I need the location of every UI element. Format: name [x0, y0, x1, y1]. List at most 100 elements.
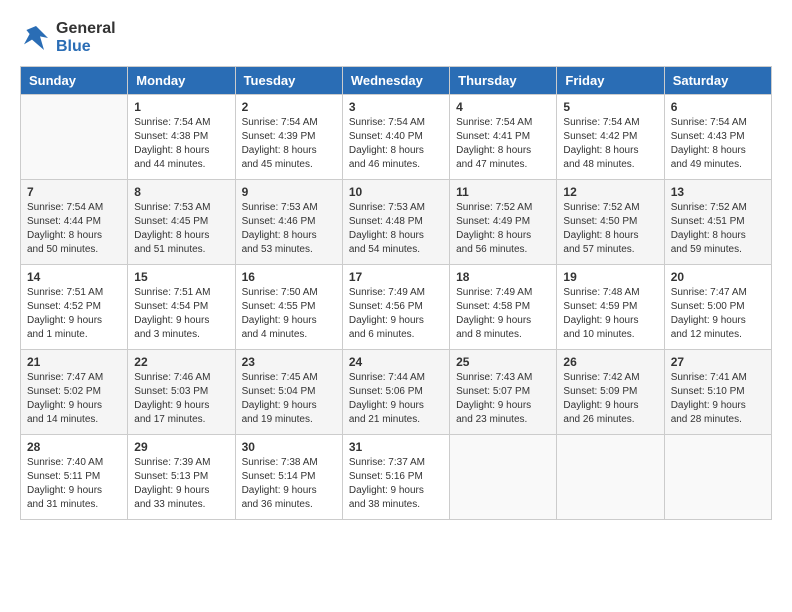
calendar-cell: 26Sunrise: 7:42 AMSunset: 5:09 PMDayligh… — [557, 350, 664, 435]
calendar-week-row: 1 Sunrise: 7:54 AMSunset: 4:38 PMDaylight… — [21, 95, 772, 180]
day-number: 18 — [456, 270, 550, 284]
day-number: 13 — [671, 185, 765, 199]
day-detail: Sunrise: 7:49 AMSunset: 4:56 PMDaylight:… — [349, 286, 443, 342]
day-detail: Sunrise: 7:47 AMSunset: 5:02 PMDaylight:… — [27, 371, 121, 427]
day-detail: Sunrise: 7:51 AMSunset: 4:54 PMDaylight:… — [134, 286, 228, 342]
day-number: 26 — [563, 355, 657, 369]
day-number: 25 — [456, 355, 550, 369]
calendar-cell: 5 Sunrise: 7:54 AMSunset: 4:42 PMDaylight… — [557, 95, 664, 180]
day-detail: Sunrise: 7:41 AMSunset: 5:10 PMDaylight:… — [671, 371, 765, 427]
day-number: 16 — [242, 270, 336, 284]
day-detail: Sunrise: 7:52 AMSunset: 4:50 PMDaylight:… — [563, 201, 657, 257]
day-detail: Sunrise: 7:44 AMSunset: 5:06 PMDaylight:… — [349, 371, 443, 427]
weekday-header-thursday: Thursday — [450, 67, 557, 95]
day-detail: Sunrise: 7:39 AMSunset: 5:13 PMDaylight:… — [134, 456, 228, 512]
day-detail: Sunrise: 7:48 AMSunset: 4:59 PMDaylight:… — [563, 286, 657, 342]
calendar-cell: 29 Sunrise: 7:39 AMSunset: 5:13 PMDayligh… — [128, 435, 235, 520]
calendar-week-row: 7Sunrise: 7:54 AMSunset: 4:44 PMDaylight… — [21, 180, 772, 265]
calendar-cell: 22Sunrise: 7:46 AMSunset: 5:03 PMDayligh… — [128, 350, 235, 435]
calendar-cell — [21, 95, 128, 180]
day-number: 6 — [671, 100, 765, 114]
day-detail: Sunrise: 7:54 AMSunset: 4:42 PMDaylight:… — [563, 116, 657, 172]
calendar-week-row: 28Sunrise: 7:40 AMSunset: 5:11 PMDayligh… — [21, 435, 772, 520]
calendar-cell: 16 Sunrise: 7:50 AMSunset: 4:55 PMDayligh… — [235, 265, 342, 350]
day-number: 24 — [349, 355, 443, 369]
day-number: 9 — [242, 185, 336, 199]
day-detail: Sunrise: 7:54 AMSunset: 4:44 PMDaylight:… — [27, 201, 121, 257]
calendar-cell: 24 Sunrise: 7:44 AMSunset: 5:06 PMDayligh… — [342, 350, 449, 435]
day-detail: Sunrise: 7:47 AMSunset: 5:00 PMDaylight:… — [671, 286, 765, 342]
weekday-header-friday: Friday — [557, 67, 664, 95]
calendar-cell: 7Sunrise: 7:54 AMSunset: 4:44 PMDaylight… — [21, 180, 128, 265]
calendar-cell — [557, 435, 664, 520]
calendar-cell: 19 Sunrise: 7:48 AMSunset: 4:59 PMDayligh… — [557, 265, 664, 350]
day-detail: Sunrise: 7:43 AMSunset: 5:07 PMDaylight:… — [456, 371, 550, 427]
day-number: 11 — [456, 185, 550, 199]
calendar-cell: 25 Sunrise: 7:43 AMSunset: 5:07 PMDayligh… — [450, 350, 557, 435]
day-detail: Sunrise: 7:54 AMSunset: 4:41 PMDaylight:… — [456, 116, 550, 172]
weekday-header-wednesday: Wednesday — [342, 67, 449, 95]
weekday-header-saturday: Saturday — [664, 67, 771, 95]
calendar-cell: 23 Sunrise: 7:45 AMSunset: 5:04 PMDayligh… — [235, 350, 342, 435]
weekday-header-monday: Monday — [128, 67, 235, 95]
day-number: 17 — [349, 270, 443, 284]
day-detail: Sunrise: 7:50 AMSunset: 4:55 PMDaylight:… — [242, 286, 336, 342]
day-detail: Sunrise: 7:54 AMSunset: 4:40 PMDaylight:… — [349, 116, 443, 172]
day-number: 21 — [27, 355, 121, 369]
day-detail: Sunrise: 7:49 AMSunset: 4:58 PMDaylight:… — [456, 286, 550, 342]
weekday-header-tuesday: Tuesday — [235, 67, 342, 95]
day-number: 27 — [671, 355, 765, 369]
day-number: 3 — [349, 100, 443, 114]
calendar-cell: 28Sunrise: 7:40 AMSunset: 5:11 PMDayligh… — [21, 435, 128, 520]
day-number: 5 — [563, 100, 657, 114]
logo-icon — [20, 22, 52, 54]
calendar-cell: 3 Sunrise: 7:54 AMSunset: 4:40 PMDaylight… — [342, 95, 449, 180]
calendar-cell: 27 Sunrise: 7:41 AMSunset: 5:10 PMDayligh… — [664, 350, 771, 435]
day-detail: Sunrise: 7:54 AMSunset: 4:38 PMDaylight:… — [134, 116, 228, 172]
day-detail: Sunrise: 7:54 AMSunset: 4:43 PMDaylight:… — [671, 116, 765, 172]
calendar-cell: 10Sunrise: 7:53 AMSunset: 4:48 PMDayligh… — [342, 180, 449, 265]
logo: General Blue — [20, 20, 116, 56]
day-number: 2 — [242, 100, 336, 114]
day-number: 29 — [134, 440, 228, 454]
day-detail: Sunrise: 7:38 AMSunset: 5:14 PMDaylight:… — [242, 456, 336, 512]
calendar-cell: 30 Sunrise: 7:38 AMSunset: 5:14 PMDayligh… — [235, 435, 342, 520]
calendar-cell: 14 Sunrise: 7:51 AMSunset: 4:52 PMDayligh… — [21, 265, 128, 350]
day-number: 30 — [242, 440, 336, 454]
calendar-cell: 12 Sunrise: 7:52 AMSunset: 4:50 PMDayligh… — [557, 180, 664, 265]
calendar-cell: 21 Sunrise: 7:47 AMSunset: 5:02 PMDayligh… — [21, 350, 128, 435]
calendar-cell: 17 Sunrise: 7:49 AMSunset: 4:56 PMDayligh… — [342, 265, 449, 350]
logo-text-line2: Blue — [56, 38, 116, 56]
calendar-cell: 1 Sunrise: 7:54 AMSunset: 4:38 PMDaylight… — [128, 95, 235, 180]
calendar-cell: 13 Sunrise: 7:52 AMSunset: 4:51 PMDayligh… — [664, 180, 771, 265]
day-number: 1 — [134, 100, 228, 114]
calendar-cell: 11 Sunrise: 7:52 AMSunset: 4:49 PMDayligh… — [450, 180, 557, 265]
calendar-cell: 20 Sunrise: 7:47 AMSunset: 5:00 PMDayligh… — [664, 265, 771, 350]
day-number: 12 — [563, 185, 657, 199]
day-number: 15 — [134, 270, 228, 284]
day-detail: Sunrise: 7:51 AMSunset: 4:52 PMDaylight:… — [27, 286, 121, 342]
calendar-table: SundayMondayTuesdayWednesdayThursdayFrid… — [20, 66, 772, 520]
day-detail: Sunrise: 7:52 AMSunset: 4:49 PMDaylight:… — [456, 201, 550, 257]
day-number: 14 — [27, 270, 121, 284]
day-detail: Sunrise: 7:45 AMSunset: 5:04 PMDaylight:… — [242, 371, 336, 427]
calendar-week-row: 14 Sunrise: 7:51 AMSunset: 4:52 PMDayligh… — [21, 265, 772, 350]
day-number: 10 — [349, 185, 443, 199]
day-detail: Sunrise: 7:37 AMSunset: 5:16 PMDaylight:… — [349, 456, 443, 512]
day-detail: Sunrise: 7:52 AMSunset: 4:51 PMDaylight:… — [671, 201, 765, 257]
day-number: 28 — [27, 440, 121, 454]
day-number: 19 — [563, 270, 657, 284]
weekday-header-sunday: Sunday — [21, 67, 128, 95]
day-detail: Sunrise: 7:54 AMSunset: 4:39 PMDaylight:… — [242, 116, 336, 172]
day-number: 8 — [134, 185, 228, 199]
calendar-cell: 15 Sunrise: 7:51 AMSunset: 4:54 PMDayligh… — [128, 265, 235, 350]
calendar-cell: 31Sunrise: 7:37 AMSunset: 5:16 PMDayligh… — [342, 435, 449, 520]
logo-text-line1: General — [56, 20, 116, 38]
day-number: 20 — [671, 270, 765, 284]
page-header: General Blue — [20, 20, 772, 56]
day-detail: Sunrise: 7:53 AMSunset: 4:45 PMDaylight:… — [134, 201, 228, 257]
calendar-week-row: 21 Sunrise: 7:47 AMSunset: 5:02 PMDayligh… — [21, 350, 772, 435]
day-number: 23 — [242, 355, 336, 369]
calendar-cell — [664, 435, 771, 520]
day-detail: Sunrise: 7:53 AMSunset: 4:46 PMDaylight:… — [242, 201, 336, 257]
